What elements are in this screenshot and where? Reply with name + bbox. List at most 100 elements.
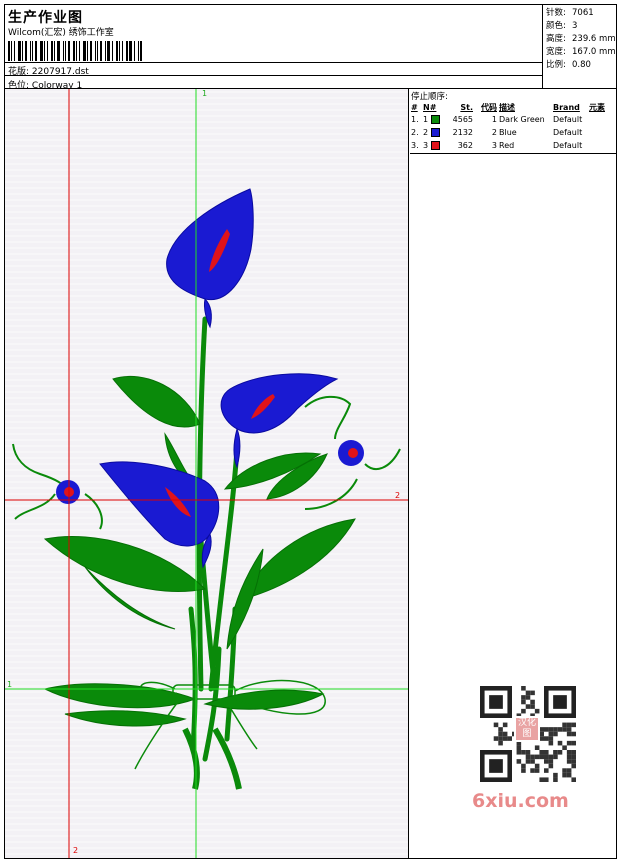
barcode-bar [32, 41, 33, 61]
stat-scale: 比例: 0.80 [546, 58, 591, 70]
qr-module [502, 722, 508, 728]
qr-module [521, 768, 526, 773]
qr-module [502, 736, 508, 741]
color-description: Red [499, 141, 515, 150]
row-index: 2. [411, 128, 419, 137]
qr-module [548, 727, 554, 732]
qr-module [521, 686, 526, 691]
header-left: 生产作业图 Wilcom(汇宏) 绣饰工作室 花版: 2207917.dst 色… [4, 4, 542, 91]
stat-colors: 颜色: 3 [546, 19, 577, 31]
sheet-title: 生产作业图 [8, 10, 83, 26]
table-row: 1. 1 4565 1 Dark Green Default [410, 113, 616, 126]
qr-module [548, 736, 554, 741]
stat-stitches: 针数: 7061 [546, 6, 594, 18]
qr-module [571, 740, 576, 746]
qr-module [530, 768, 535, 773]
stitch-count: 4565 [452, 115, 473, 124]
qr-module [493, 736, 499, 741]
stitch-count: 2132 [452, 128, 473, 137]
barcode-bar [90, 41, 92, 61]
company-name: Wilcom(汇宏) 绣饰工作室 [8, 28, 114, 38]
barcode [8, 41, 145, 61]
barcode-bar [76, 41, 77, 61]
stat-label: 针数: [546, 8, 566, 18]
barcode-bar [63, 41, 64, 61]
color-code: 2 [491, 128, 497, 137]
stitch-count: 362 [457, 141, 473, 150]
needle-cell: 1 [422, 113, 448, 126]
qr-module [544, 768, 549, 773]
qr-module [544, 759, 549, 764]
qr-module [539, 731, 544, 737]
col-header: St. [460, 102, 473, 112]
qr-module [557, 727, 563, 732]
color-code: 1 [491, 115, 497, 124]
qr-module [498, 736, 503, 741]
barcode-bar [97, 41, 98, 61]
qr-module [530, 759, 535, 764]
color-swatch [430, 141, 440, 150]
col-header: 代码 [481, 102, 497, 112]
qr-module [553, 695, 567, 709]
col-header: 描述 [499, 102, 515, 112]
element-cell [588, 113, 616, 126]
barcode-bar [51, 41, 53, 61]
qr-module [544, 750, 549, 755]
qr-module [489, 759, 503, 773]
table-header-row: # N# St. 代码 描述 Brand 元素 [410, 101, 616, 113]
needle-cell: 2 [422, 126, 448, 139]
guide-label: 1 [7, 680, 13, 689]
qr-module [539, 736, 544, 741]
barcode-bar [87, 41, 88, 61]
barcode-bar [54, 41, 55, 61]
embroidery-preview [5, 89, 408, 858]
barcode-bar [47, 41, 48, 61]
stat-value: 239.6 mm [572, 34, 616, 44]
qr-module [498, 740, 503, 746]
row-index: 1. [411, 115, 419, 124]
barcode-bar [25, 41, 27, 61]
divider [4, 75, 542, 76]
qr-center-mark: 汉化图 [514, 716, 540, 742]
barcode-bar [14, 41, 15, 61]
qr-module [571, 763, 576, 769]
barcode-bar [18, 41, 21, 61]
barcode-bar [8, 41, 10, 61]
qr-module [553, 772, 558, 778]
qr-module [525, 750, 531, 755]
qr-module [544, 736, 549, 741]
element-cell [588, 126, 616, 139]
qr-module [566, 750, 572, 755]
stat-value: 3 [572, 21, 578, 31]
barcode-bar [112, 41, 113, 61]
barcode-bar [100, 41, 102, 61]
barcode-bar [95, 41, 96, 61]
stat-value: 7061 [572, 8, 594, 18]
barcode-bar [57, 41, 60, 61]
qr-module [516, 759, 522, 764]
table-divider [410, 153, 616, 154]
design-canvas: 1 2 1 2 [5, 89, 409, 858]
qr-module [534, 763, 540, 769]
stat-label: 高度: [546, 34, 566, 44]
barcode-bar [83, 41, 86, 61]
color-description: Blue [499, 128, 517, 137]
stat-label: 宽度: [546, 47, 566, 57]
qr-module [553, 750, 558, 755]
qr-module [521, 708, 526, 714]
barcode-bar [122, 41, 123, 61]
barcode-bar [65, 41, 66, 61]
qr-module [530, 704, 535, 709]
qr-module [534, 708, 540, 714]
needle-number: 3 [423, 141, 429, 150]
qr-module [534, 768, 540, 773]
qr-module [553, 731, 558, 737]
qr-module [566, 722, 572, 728]
element-cell [588, 139, 616, 152]
qr-module [566, 772, 572, 778]
qr-module [553, 777, 558, 782]
guide-label: 2 [395, 491, 401, 500]
stat-value: 0.80 [572, 60, 591, 70]
qr-module [530, 690, 535, 696]
row-index: 3. [411, 141, 419, 150]
